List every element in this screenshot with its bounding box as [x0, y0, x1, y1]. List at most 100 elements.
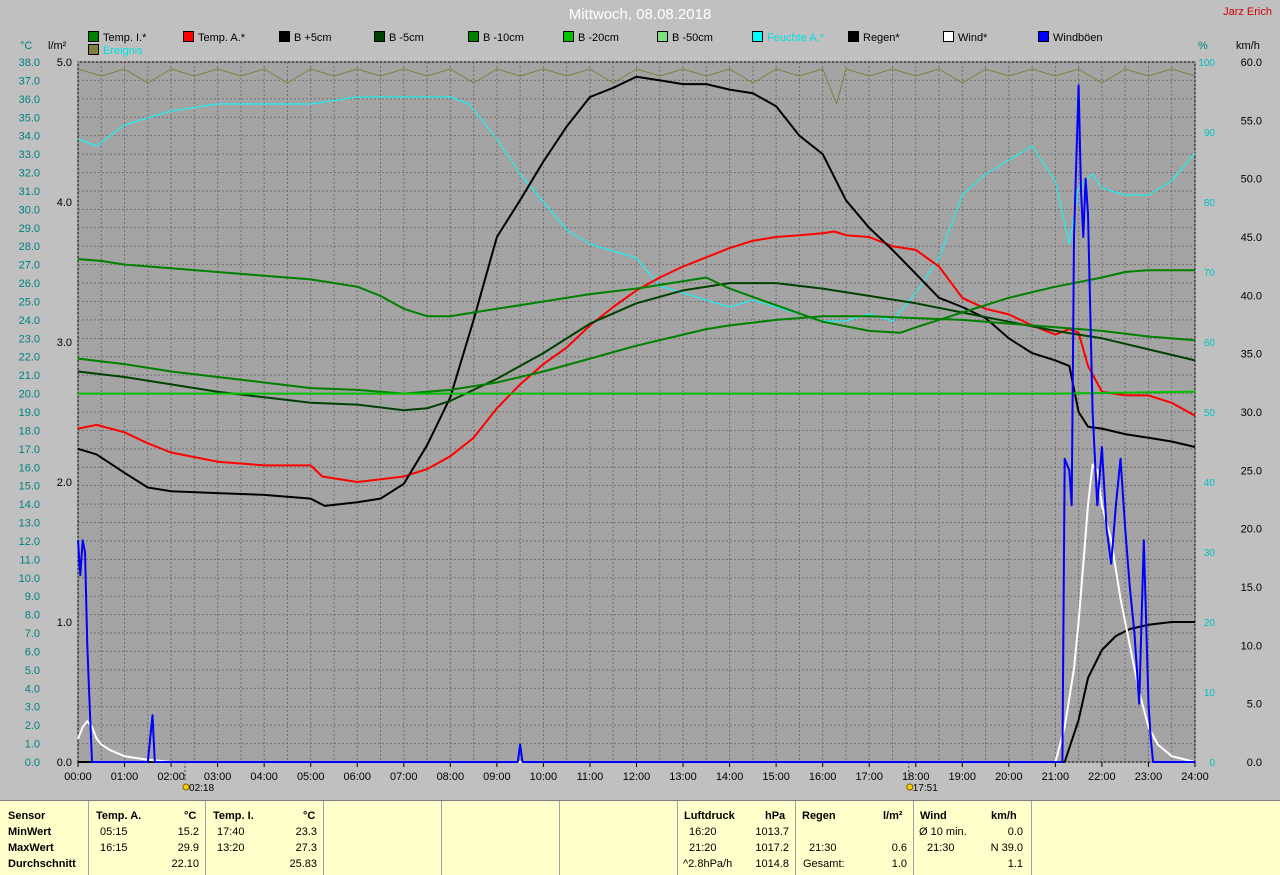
temp-a-avg-val: 22.10	[171, 858, 199, 870]
temp-a-max-time: 16:15	[100, 842, 128, 854]
legend-item: B -20cm	[563, 31, 619, 44]
legend-swatch	[88, 44, 99, 55]
tick-wind: 40.0	[1241, 290, 1262, 302]
rain-unit: l/m²	[883, 810, 903, 822]
tick-temp: 15.0	[19, 481, 40, 493]
legend-item: Ereignis	[88, 44, 143, 57]
legend-item: B +5cm	[279, 31, 332, 44]
wind-unit: km/h	[991, 810, 1017, 822]
tick-wind: 20.0	[1241, 524, 1262, 536]
wind-avg10-val: 0.0	[1007, 826, 1023, 838]
tick-time: 09:00	[483, 771, 511, 783]
tick-rain: 1.0	[57, 617, 72, 629]
temp-i-unit: °C	[303, 810, 316, 822]
empty-col-2	[441, 801, 560, 875]
col-pressure: Luftdruck hPa 16:20 1013.7 21:20 1017.2 …	[677, 801, 796, 875]
tick-temp: 19.0	[19, 407, 40, 419]
tick-temp: 29.0	[19, 223, 40, 235]
tick-temp: 18.0	[19, 425, 40, 437]
tick-wind: 0.0	[1247, 757, 1262, 769]
tick-time: 04:00	[250, 771, 278, 783]
row-max: MaxWert	[8, 842, 54, 854]
tick-wind: 30.0	[1241, 407, 1262, 419]
rain-total-label: Gesamt:	[803, 858, 845, 870]
row-avg: Durchschnitt	[8, 858, 76, 870]
tick-wind: 45.0	[1241, 232, 1262, 244]
tick-time: 16:00	[809, 771, 837, 783]
tick-temp: 5.0	[25, 665, 40, 677]
tick-humidity: 70	[1204, 268, 1216, 279]
tick-wind: 5.0	[1247, 699, 1262, 711]
legend-swatch	[183, 31, 194, 42]
tick-humidity: 100	[1198, 58, 1215, 69]
tick-time: 00:00	[64, 771, 92, 783]
tick-temp: 37.0	[19, 75, 40, 87]
tick-time: 21:00	[1042, 771, 1070, 783]
tick-temp: 25.0	[19, 296, 40, 308]
sun-time-label: 02:18	[189, 783, 214, 794]
temp-a-max-val: 29.9	[177, 842, 199, 854]
row-min: MinWert	[8, 826, 52, 838]
tick-temp: 2.0	[25, 720, 40, 732]
author-label: Jarz Erich	[1223, 6, 1272, 18]
tick-temp: 14.0	[19, 499, 40, 511]
legend-swatch	[563, 31, 574, 42]
tick-wind: 15.0	[1241, 582, 1262, 594]
tick-humidity: 50	[1204, 408, 1216, 419]
tick-wind: 55.0	[1241, 115, 1262, 127]
legend-swatch	[752, 31, 763, 42]
tick-temp: 36.0	[19, 94, 40, 106]
legend-item: B -5cm	[374, 31, 424, 44]
tick-temp: 34.0	[19, 131, 40, 143]
temp-i-min-val: 23.3	[295, 826, 317, 838]
legend-item: Windböen	[1038, 31, 1103, 44]
tick-time: 17:00	[855, 771, 883, 783]
tick-time: 14:00	[716, 771, 744, 783]
col-sensor: Sensor MinWert MaxWert Durchschnitt	[0, 801, 89, 875]
pressure-header: Luftdruck	[684, 810, 735, 822]
temp-a-min-time: 05:15	[100, 826, 128, 838]
legend-swatch	[468, 31, 479, 42]
legend-item: Feuchte A.*	[752, 31, 824, 44]
empty-col-3	[559, 801, 678, 875]
tick-temp: 3.0	[25, 702, 40, 714]
tick-temp: 12.0	[19, 536, 40, 548]
legend-label: B -50cm	[672, 32, 713, 44]
tick-time: 24:00	[1181, 771, 1209, 783]
tick-temp: 33.0	[19, 149, 40, 161]
tick-temp: 8.0	[25, 610, 40, 622]
temp-a-header: Temp. A.	[96, 810, 142, 822]
tick-temp: 32.0	[19, 168, 40, 180]
tick-rain: 2.0	[57, 477, 72, 489]
temp-i-header: Temp. I.	[213, 810, 254, 822]
temp-a-min-val: 15.2	[177, 826, 199, 838]
legend-label: Feuchte A.*	[767, 32, 824, 44]
tick-temp: 6.0	[25, 646, 40, 658]
rain-max-time: 21:30	[809, 842, 837, 854]
tick-wind: 60.0	[1241, 57, 1262, 69]
legend-item: B -50cm	[657, 31, 713, 44]
legend-label: Ereignis	[103, 45, 143, 57]
stats-footer: Sensor MinWert MaxWert Durchschnitt Temp…	[0, 800, 1280, 875]
tick-humidity: 10	[1204, 688, 1216, 699]
pressure-avg-val: 1014.8	[755, 858, 789, 870]
tick-time: 20:00	[995, 771, 1023, 783]
tick-wind: 35.0	[1241, 349, 1262, 361]
tick-rain: 0.0	[57, 757, 72, 769]
col-temp-a: Temp. A. °C 05:15 15.2 16:15 29.9 22.10	[88, 801, 206, 875]
legend-label: B -20cm	[578, 32, 619, 44]
legend-label: Wind*	[958, 32, 988, 44]
tick-temp: 17.0	[19, 444, 40, 456]
tick-humidity: 40	[1204, 478, 1216, 489]
tick-rain: 5.0	[57, 57, 72, 69]
legend-swatch	[279, 31, 290, 42]
legend-label: B +5cm	[294, 32, 332, 44]
tick-temp: 13.0	[19, 518, 40, 530]
wind-header: Wind	[920, 810, 947, 822]
legend-label: Temp. I.*	[103, 32, 147, 44]
wind-max-time: 21:30	[927, 842, 955, 854]
pressure-min-val: 1013.7	[755, 826, 789, 838]
legend-swatch	[88, 31, 99, 42]
pressure-max-time: 21:20	[689, 842, 717, 854]
tick-temp: 4.0	[25, 683, 40, 695]
